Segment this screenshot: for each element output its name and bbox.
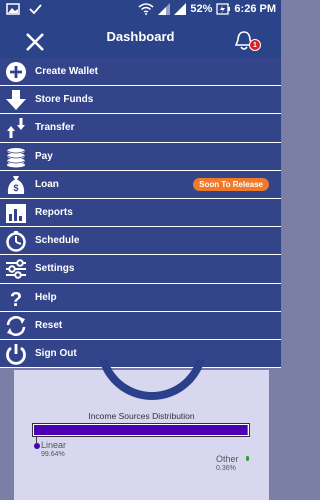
menu-item-label: Create Wallet	[35, 66, 98, 77]
value-linear: 99.64%	[41, 451, 65, 458]
timer-icon	[6, 231, 26, 252]
donut-chart-partial	[97, 360, 207, 400]
menu-item-label: Reports	[35, 206, 73, 218]
menu-item-label: Help	[35, 291, 57, 303]
label-linear: Linear	[41, 440, 67, 450]
value-other: 0.36%	[216, 465, 236, 472]
power-icon	[6, 343, 26, 365]
signal-2-icon	[174, 3, 187, 15]
svg-text:$: $	[13, 183, 18, 193]
arrow-down-icon	[6, 90, 26, 111]
menu-item-label: Pay	[35, 150, 53, 162]
notification-badge: 1	[249, 39, 261, 51]
menu-item-label: Transfer	[35, 122, 75, 134]
marker-other	[246, 456, 249, 461]
menu-item-pay[interactable]: Pay	[0, 142, 281, 171]
bar-chart-icon	[6, 203, 26, 223]
money-bag-icon: $	[7, 175, 25, 194]
navigation-drawer: Create Wallet Store Funds Transfer Pay $…	[0, 58, 281, 369]
menu-item-label: Settings	[35, 263, 75, 275]
status-left-icons	[6, 3, 42, 15]
menu-item-reset[interactable]: Reset	[0, 311, 281, 340]
up-down-arrows-icon	[7, 118, 25, 139]
chart-title: Income Sources Distribution	[88, 411, 195, 421]
plus-circle-icon	[6, 62, 26, 82]
battery-percent: 52%	[190, 3, 213, 15]
app-bar: Dashboard 1	[0, 20, 281, 58]
dashboard-background: Income Sources Distribution Linear 99.64…	[0, 360, 281, 500]
menu-item-schedule[interactable]: Schedule	[0, 227, 281, 256]
coins-icon	[6, 147, 26, 168]
menu-item-create-wallet[interactable]: Create Wallet	[0, 58, 281, 87]
clock: 6:26 PM	[234, 3, 276, 15]
check-icon	[29, 4, 42, 15]
distribution-bar-track	[32, 423, 250, 437]
status-bar: 52% 6:26 PM	[0, 0, 281, 20]
question-icon: ?	[10, 289, 22, 309]
menu-item-label: Sign Out	[35, 347, 77, 359]
marker-linear	[34, 443, 40, 449]
battery-charging-icon	[216, 3, 231, 15]
notifications-button[interactable]: 1	[233, 30, 261, 56]
menu-item-loan[interactable]: $ Loan Soon To Release	[0, 170, 281, 199]
menu-item-label: Store Funds	[35, 94, 94, 106]
menu-item-label: Schedule	[35, 235, 80, 247]
svg-text:?: ?	[10, 289, 22, 309]
bar-other	[247, 425, 248, 435]
menu-item-store-funds[interactable]: Store Funds	[0, 86, 281, 115]
wifi-icon	[138, 3, 154, 15]
menu-item-settings[interactable]: Settings	[0, 255, 281, 284]
bar-linear	[34, 425, 248, 435]
status-right-icons: 52% 6:26 PM	[138, 3, 276, 15]
menu-item-label: Loan	[35, 178, 59, 190]
soon-to-release-badge: Soon To Release	[193, 177, 269, 191]
label-other: Other	[216, 454, 239, 464]
income-chart-card: Income Sources Distribution Linear 99.64…	[14, 360, 269, 500]
menu-item-reports[interactable]: Reports	[0, 198, 281, 228]
sliders-icon	[6, 259, 26, 280]
menu-item-help[interactable]: ? Help	[0, 283, 281, 312]
refresh-icon	[6, 315, 26, 336]
gallery-icon	[6, 3, 20, 15]
signal-1-icon	[158, 3, 171, 15]
menu-item-label: Reset	[35, 319, 63, 331]
menu-item-transfer[interactable]: Transfer	[0, 114, 281, 143]
